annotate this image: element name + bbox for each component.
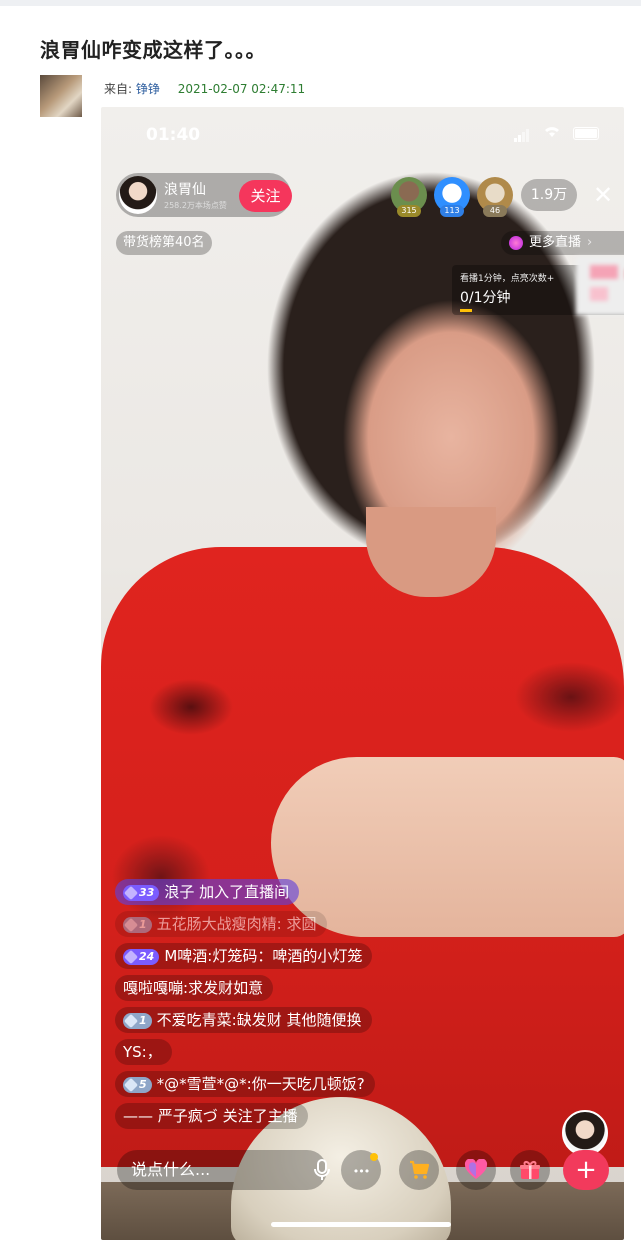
level-badge: 5	[123, 1076, 152, 1093]
close-icon[interactable]: ✕	[589, 179, 617, 211]
comment-item[interactable]: 33 浪子 加入了直播间	[115, 879, 300, 905]
home-indicator	[271, 1222, 451, 1227]
more-live-label: 更多直播	[529, 235, 582, 250]
follow-button[interactable]: 关注	[239, 180, 292, 212]
mic-icon[interactable]	[309, 1157, 335, 1183]
heart-icon[interactable]	[456, 1150, 496, 1190]
battery-icon	[573, 127, 599, 140]
signal-icon	[514, 126, 530, 142]
status-icons	[514, 125, 599, 142]
cart-icon[interactable]	[399, 1150, 439, 1190]
viewer-avatar[interactable]: 113	[434, 177, 470, 217]
comment-item[interactable]: 24 M啤酒:灯笼码：啤酒的小灯笼	[115, 943, 373, 969]
task-hint: 看播1分钟，点亮次数+	[460, 274, 555, 284]
comment-item[interactable]: 嘎啦嘎嘣:求发财如意	[115, 975, 274, 1001]
add-button[interactable]: +	[563, 1150, 609, 1190]
gift-icon[interactable]	[510, 1150, 550, 1190]
comment-input[interactable]: 说点什么...	[117, 1150, 330, 1190]
level-badge: 24	[123, 948, 160, 965]
comment-item[interactable]: YS:，	[115, 1039, 172, 1065]
task-progress-bar	[460, 309, 472, 312]
author-avatar[interactable]	[40, 75, 82, 117]
comment-item[interactable]: 5 *@*雪萱*@*:你一天吃几顿饭?	[115, 1071, 375, 1097]
comment-item[interactable]: 1 五花肠大战瘦肉精: 求圆	[115, 911, 327, 937]
viewer-count[interactable]: 1.9万	[521, 179, 577, 211]
top-strip	[0, 0, 641, 6]
status-time: 01:40	[146, 125, 201, 145]
post-meta: 来自: 铮铮 2021-02-07 02:47:11	[104, 80, 305, 97]
blurred-widget	[576, 257, 624, 315]
chevron-right-icon: ›	[587, 235, 593, 250]
level-badge: 1	[123, 1012, 152, 1029]
comment-item[interactable]: —— 严子疯づ 关注了主播	[115, 1103, 308, 1129]
host-name: 浪胃仙	[164, 182, 206, 198]
comment-item[interactable]: 1 不爱吃青菜:缺发财 其他随便换	[115, 1007, 372, 1033]
viewer-badge: 46	[483, 205, 507, 217]
task-progress: 0/1分钟	[460, 290, 511, 306]
author-link[interactable]: 铮铮	[136, 82, 160, 96]
live-screenshot: 01:40 浪胃仙 258.2万本场点赞 关注 315 113 46 1.9万 …	[101, 107, 624, 1240]
post-date: 2021-02-07 02:47:11	[177, 82, 306, 96]
level-badge: 1	[123, 916, 152, 933]
host-avatar[interactable]	[119, 176, 157, 214]
viewer-badge: 113	[440, 205, 464, 217]
more-icon[interactable]: •••	[341, 1150, 381, 1190]
post-title: 浪胃仙咋变成这样了。。。	[40, 38, 266, 62]
bottom-toolbar: 说点什么... ••• +	[101, 1142, 624, 1202]
level-badge: 33	[123, 884, 160, 901]
live-dot-icon	[509, 235, 523, 250]
rank-badge[interactable]: 带货榜第40名	[116, 231, 212, 255]
viewer-avatar[interactable]: 315	[391, 177, 427, 217]
host-likes: 258.2万本场点赞	[164, 201, 227, 210]
from-label: 来自:	[104, 82, 133, 96]
comment-list: 33 浪子 加入了直播间 1 五花肠大战瘦肉精: 求圆 24 M啤酒:灯笼码：啤酒的小…	[115, 879, 515, 1135]
wifi-icon	[543, 125, 561, 142]
viewer-avatar[interactable]: 46	[477, 177, 513, 217]
more-live-button[interactable]: 更多直播 ›	[501, 231, 624, 255]
viewer-badge: 315	[397, 205, 421, 217]
comment-placeholder: 说点什么...	[131, 1160, 211, 1179]
